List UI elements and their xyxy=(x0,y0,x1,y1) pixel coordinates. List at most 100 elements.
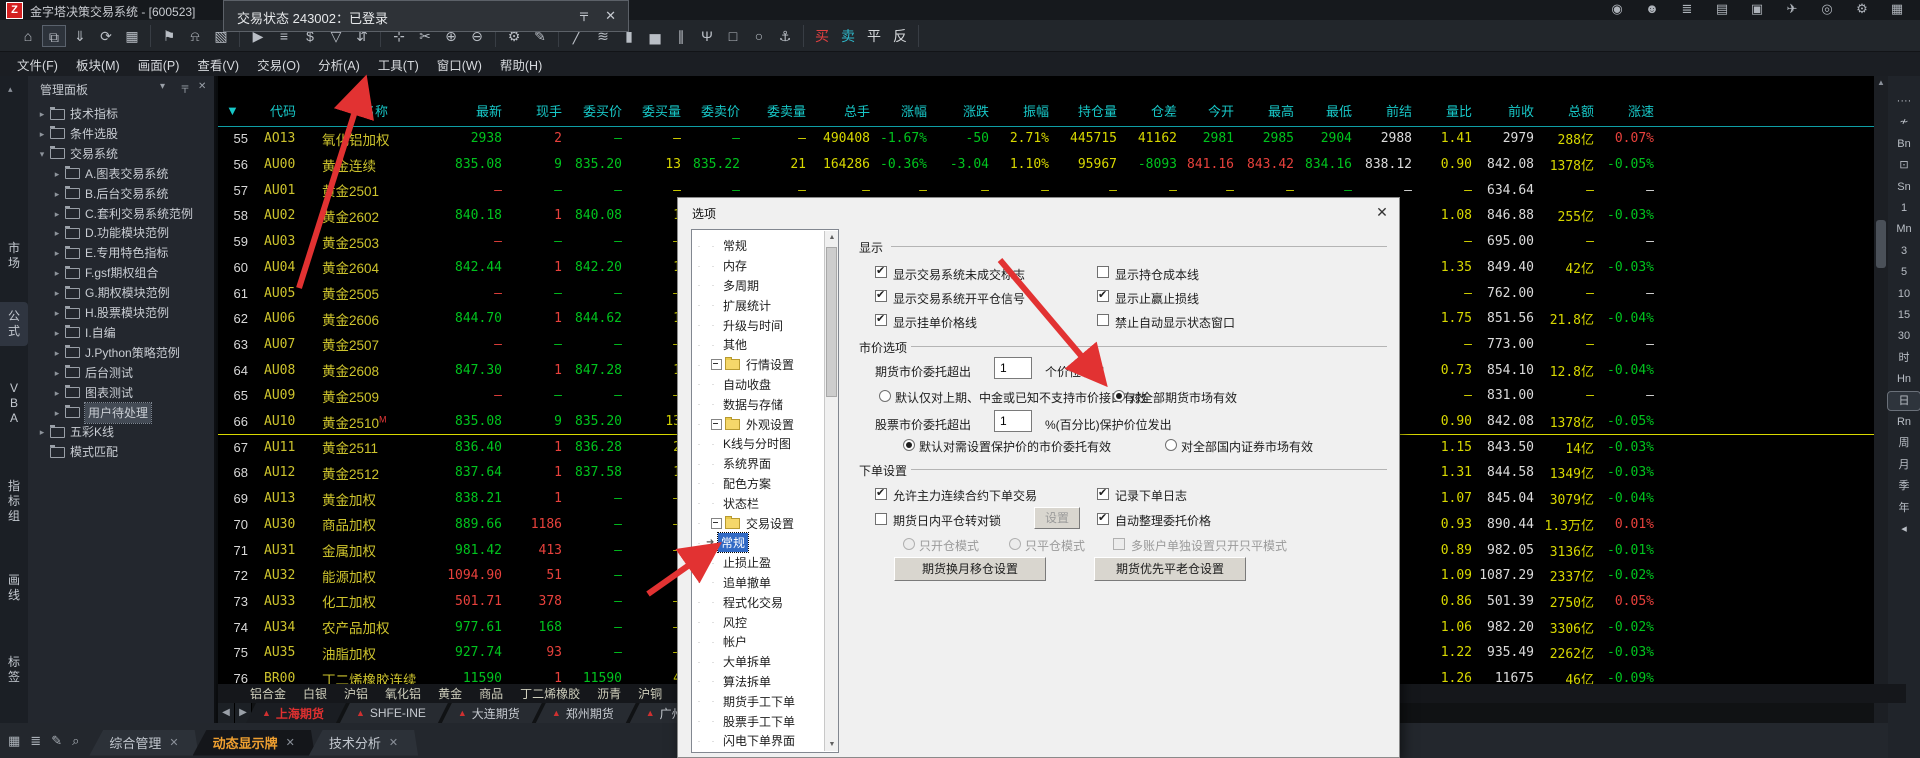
menu-tools[interactable]: 工具(T) xyxy=(369,55,428,74)
filter-icon[interactable]: ▼ xyxy=(218,103,254,118)
sidebar-tree-item[interactable]: ▸条件选股 xyxy=(28,124,214,144)
options-tree-item[interactable]: ··多周期 xyxy=(692,276,838,296)
column-header[interactable]: 委买量 xyxy=(628,101,687,120)
options-tree-item[interactable]: ··状态栏 xyxy=(692,493,838,513)
options-tree-item[interactable]: ·外观设置 xyxy=(692,414,838,434)
circle-icon[interactable]: ○ xyxy=(747,25,771,47)
refresh-icon[interactable]: ⟳ xyxy=(94,25,118,47)
period-item[interactable]: ≁ xyxy=(1888,113,1920,131)
menu-analysis[interactable]: 分析(A) xyxy=(309,55,369,74)
exchange-tab[interactable]: ▲上海期货 xyxy=(246,703,346,723)
trade-buy-button[interactable]: 买 xyxy=(810,25,834,47)
sidebar-tree-item[interactable]: ▸用户待处理 xyxy=(28,403,214,423)
scrollbar-thumb[interactable] xyxy=(1876,220,1886,268)
panel-pin-icon[interactable]: 〒 xyxy=(180,81,190,96)
all-futures-markets-radio[interactable] xyxy=(1113,390,1125,402)
intraday-lock-checkbox[interactable] xyxy=(875,513,887,525)
column-header[interactable]: 量比 xyxy=(1418,101,1478,120)
close-old-first-settings-button[interactable]: 期货优先平老仓设置 xyxy=(1094,557,1246,581)
period-item[interactable]: Bn xyxy=(1888,135,1920,153)
show-open-close-signals-checkbox[interactable] xyxy=(875,290,887,302)
signal-flag-icon[interactable]: ⚑ xyxy=(157,25,181,47)
default-protect-price-radio[interactable] xyxy=(903,439,915,451)
column-header[interactable]: 代码 xyxy=(254,101,318,120)
sidebar-tab-market[interactable]: 市场 xyxy=(0,234,28,278)
download-icon[interactable]: ⇓ xyxy=(68,25,92,47)
options-tree-item[interactable]: ··数据与存储 xyxy=(692,394,838,414)
collapse-minus-icon[interactable] xyxy=(711,359,722,370)
menu-trade[interactable]: 交易(O) xyxy=(248,55,309,74)
image-icon[interactable]: ▣ xyxy=(1748,1,1766,17)
options-tree-item[interactable]: ··帐户 xyxy=(692,632,838,652)
scroll-up-icon[interactable]: ▲ xyxy=(825,234,839,241)
sidebar-tree-item[interactable]: ▸F.gsf期权组合 xyxy=(28,263,214,283)
period-item[interactable]: 5 xyxy=(1888,263,1920,281)
column-header[interactable]: 现手 xyxy=(508,101,568,120)
period-item[interactable]: 日 xyxy=(1888,392,1920,410)
sidebar-tree-item[interactable]: ▸技术指标 xyxy=(28,104,214,124)
column-header[interactable]: 前收 xyxy=(1478,101,1540,120)
column-header[interactable]: 名称 xyxy=(318,101,438,120)
open-only-mode-radio[interactable] xyxy=(903,538,915,550)
period-item[interactable]: 周 xyxy=(1888,434,1920,452)
column-header[interactable]: 振幅 xyxy=(995,101,1055,120)
table-row[interactable]: 55AO13氧化铝加权29382————490408-1.67%-502.71%… xyxy=(218,126,1660,152)
panel-dropdown-icon[interactable]: ▾ xyxy=(160,81,165,92)
period-item[interactable]: Rn xyxy=(1888,413,1920,431)
dialog-close-icon[interactable]: ✕ xyxy=(1373,204,1391,221)
column-header[interactable]: 涨速 xyxy=(1600,101,1660,120)
column-header[interactable]: 今开 xyxy=(1183,101,1240,120)
sidebar-tab-indicator-group[interactable]: 指标组 xyxy=(0,472,28,531)
stock-offset-input[interactable] xyxy=(994,410,1032,432)
scroll-thumb[interactable] xyxy=(826,247,837,397)
period-item[interactable]: 年 xyxy=(1888,499,1920,517)
options-tree-item[interactable]: ··算法拆单 xyxy=(692,672,838,692)
column-header[interactable]: 最低 xyxy=(1300,101,1358,120)
layout-grid-icon[interactable]: ▦ xyxy=(120,25,144,47)
period-item[interactable]: 10 xyxy=(1888,285,1920,303)
show-stop-lines-checkbox[interactable] xyxy=(1097,290,1109,302)
options-tree-item[interactable]: ··风控 xyxy=(692,612,838,632)
panel-close-icon[interactable]: ✕ xyxy=(198,81,206,92)
options-tree-item[interactable]: ··K线与分时图 xyxy=(692,434,838,454)
menu-sector[interactable]: 板块(M) xyxy=(67,55,129,74)
page-tab[interactable]: 技术分析✕ xyxy=(309,730,418,756)
sidebar-tab-formula[interactable]: 公式 xyxy=(0,302,28,346)
column-header[interactable]: 前结 xyxy=(1358,101,1418,120)
period-item[interactable]: 3 xyxy=(1888,242,1920,260)
lock-settings-button[interactable]: 设置 xyxy=(1034,507,1080,529)
allow-main-contract-checkbox[interactable] xyxy=(875,488,887,500)
user-icon[interactable]: ☻ xyxy=(1643,1,1661,17)
category-item[interactable]: 氧化铝 xyxy=(385,685,421,702)
trade-reverse-button[interactable]: 反 xyxy=(888,25,912,47)
grid-icon[interactable]: ▦ xyxy=(1888,1,1906,17)
options-tree-item[interactable]: ··程式化交易 xyxy=(692,592,838,612)
show-order-price-line-checkbox[interactable] xyxy=(875,314,887,326)
options-tree-item[interactable]: ··止损止盈 xyxy=(692,553,838,573)
table-row[interactable]: 56AU00黄金连续835.089835.2013835.2221164286-… xyxy=(218,152,1660,178)
sidebar-tree-item[interactable]: ▸后台测试 xyxy=(28,363,214,383)
home-icon[interactable]: ⌂ xyxy=(16,25,40,47)
page-tab[interactable]: 动态显示牌✕ xyxy=(193,730,315,756)
category-item[interactable]: 沪铝 xyxy=(344,685,368,702)
send-icon[interactable]: ✈ xyxy=(1783,1,1801,17)
anchor-icon[interactable]: ⚓ xyxy=(773,25,797,47)
fork-icon[interactable]: Ψ xyxy=(695,25,719,47)
category-item[interactable]: 沥青 xyxy=(597,685,621,702)
column-header[interactable]: 委卖价 xyxy=(687,101,746,120)
column-header[interactable]: 涨幅 xyxy=(876,101,933,120)
menu-file[interactable]: 文件(F) xyxy=(8,55,67,74)
prev-tab-icon[interactable]: ◀ xyxy=(218,703,235,723)
category-item[interactable]: 铝合金 xyxy=(250,685,286,702)
tab-close-icon[interactable]: ✕ xyxy=(169,736,178,749)
collapse-minus-icon[interactable] xyxy=(711,419,722,430)
options-tree-item[interactable]: ··闪电下单界面 xyxy=(692,731,838,751)
column-header[interactable]: 总额 xyxy=(1540,101,1600,120)
edit-pencil-icon[interactable]: ✎ xyxy=(51,733,62,749)
disable-status-window-checkbox[interactable] xyxy=(1097,314,1109,326)
column-header[interactable]: 涨跌 xyxy=(933,101,995,120)
period-item[interactable]: 30 xyxy=(1888,327,1920,345)
options-tree-item[interactable]: ··其他 xyxy=(692,335,838,355)
collapse-up-icon[interactable]: ▴ xyxy=(8,84,13,95)
period-item[interactable]: 季 xyxy=(1888,477,1920,495)
